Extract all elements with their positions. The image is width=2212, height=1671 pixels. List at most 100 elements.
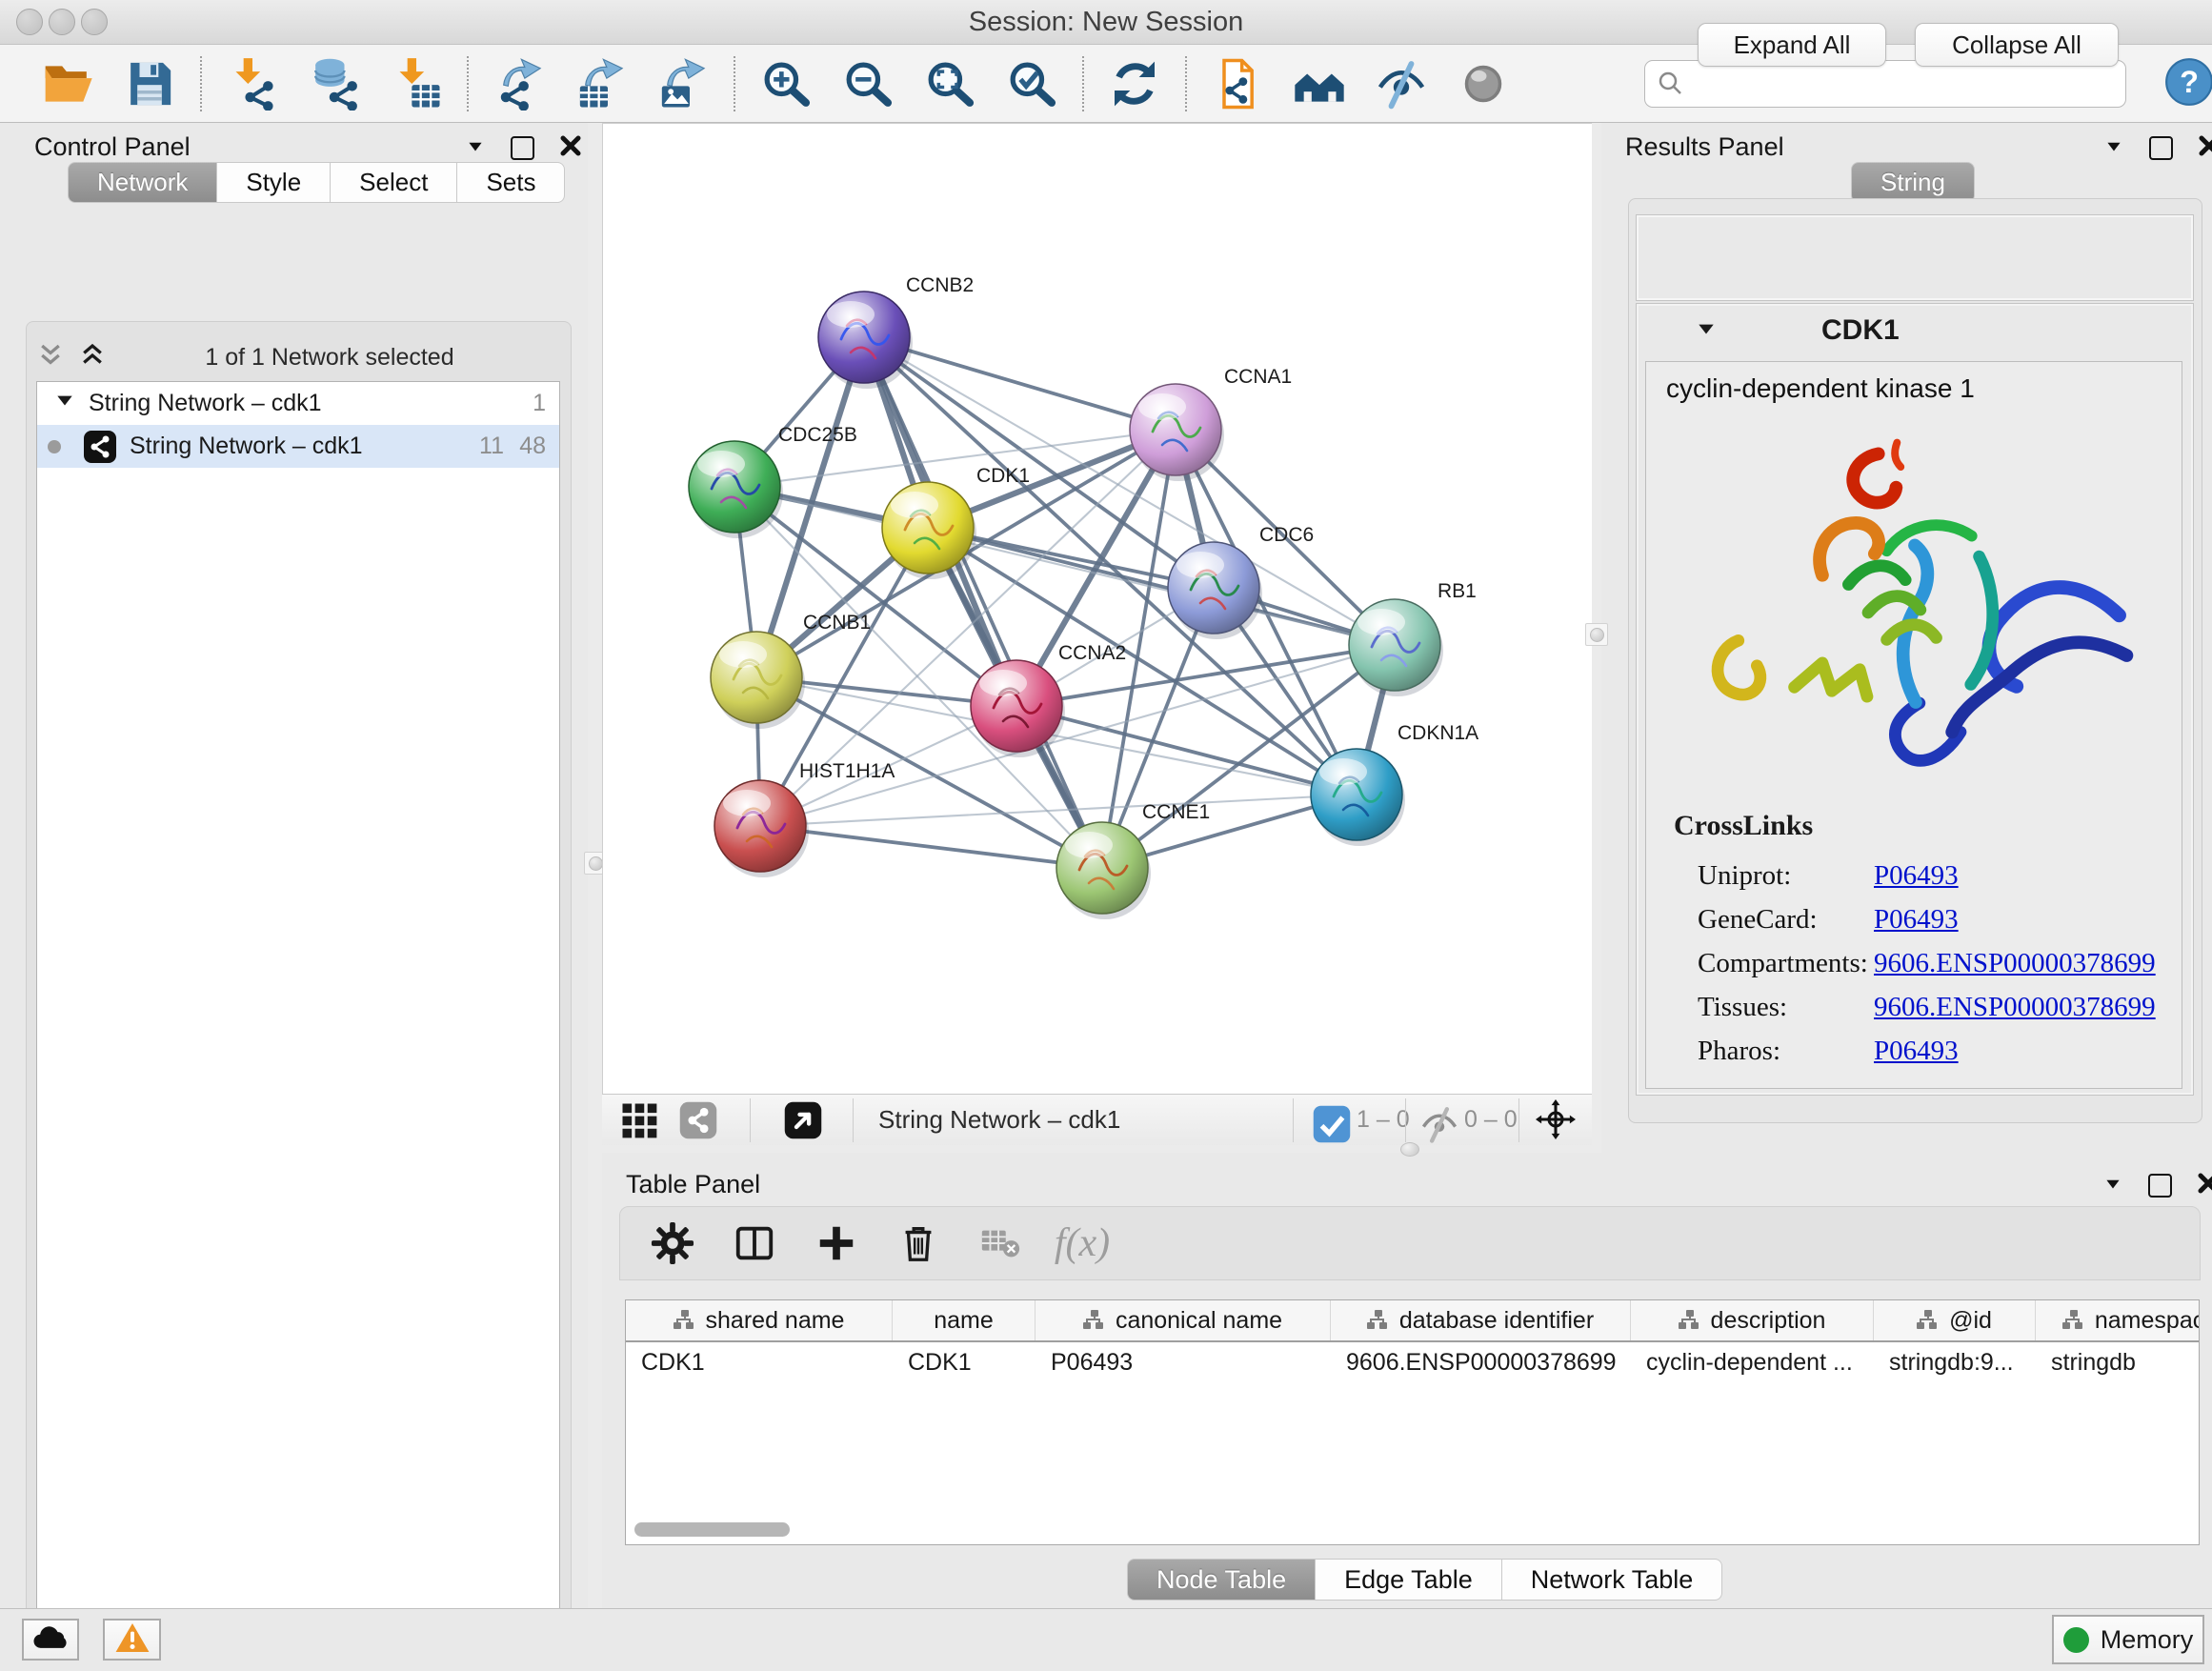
gene-section-header[interactable]: CDK1 xyxy=(1637,304,2193,357)
network-node-RB1[interactable]: RB1 xyxy=(1349,580,1477,696)
zoom-selected-button[interactable] xyxy=(991,53,1073,114)
search-field[interactable] xyxy=(1644,60,2126,108)
control-tab-network[interactable]: Network xyxy=(68,162,217,203)
warnings-button[interactable] xyxy=(103,1619,161,1661)
collection-expander-icon[interactable] xyxy=(54,390,75,417)
grid-view-icon[interactable] xyxy=(619,1100,659,1140)
float-panel-icon[interactable] xyxy=(511,136,534,160)
memory-button[interactable]: Memory xyxy=(2052,1615,2204,1664)
delete-column-button[interactable] xyxy=(895,1219,942,1267)
horizontal-splitter[interactable] xyxy=(602,1145,1592,1153)
collapse-all-button[interactable]: Collapse All xyxy=(1915,23,2119,67)
close-panel-icon[interactable] xyxy=(559,134,582,162)
save-session-button[interactable] xyxy=(109,53,191,114)
network-overview-button[interactable] xyxy=(1278,53,1360,114)
column-header-database-identifier[interactable]: database identifier xyxy=(1331,1300,1631,1340)
tab-string[interactable]: String xyxy=(1851,162,1975,203)
column-header-description[interactable]: description xyxy=(1631,1300,1874,1340)
add-column-button[interactable] xyxy=(813,1219,860,1267)
search-input[interactable] xyxy=(1693,69,2125,100)
right-splitter[interactable] xyxy=(1592,123,1601,1153)
hide-selected-button[interactable] xyxy=(1360,53,1442,114)
import-from-database-button[interactable] xyxy=(293,53,375,114)
table-row[interactable]: CDK1CDK1P064939606.ENSP00000378699cyclin… xyxy=(626,1342,2199,1382)
network-node-CDKN1A[interactable]: CDKN1A xyxy=(1311,722,1478,846)
panel-menu-icon[interactable] xyxy=(465,135,486,161)
float-panel-icon[interactable] xyxy=(2149,136,2173,160)
settings-button[interactable] xyxy=(649,1219,696,1267)
crosslink-link[interactable]: P06493 xyxy=(1874,1036,1959,1067)
network-edge-HIST1H1A-CCNE1[interactable] xyxy=(760,826,1102,868)
network-node-HIST1H1A[interactable]: HIST1H1A xyxy=(714,760,895,877)
tab-edge-table[interactable]: Edge Table xyxy=(1316,1559,1502,1601)
delete-column-icon xyxy=(896,1221,940,1265)
control-tab-style[interactable]: Style xyxy=(217,162,331,203)
tab-node-table[interactable]: Node Table xyxy=(1127,1559,1316,1601)
column-selector-button[interactable] xyxy=(731,1219,778,1267)
network-edge-CCNB2-CCNE1[interactable] xyxy=(864,337,1102,868)
selected-nodes-icon[interactable] xyxy=(1312,1104,1344,1137)
column-header-canonical-name[interactable]: canonical name xyxy=(1036,1300,1331,1340)
expand-all-button[interactable]: Expand All xyxy=(1698,23,1886,67)
table-cell[interactable]: CDK1 xyxy=(626,1342,893,1382)
column-header-namespace[interactable]: namespace xyxy=(2036,1300,2200,1340)
export-network-button[interactable] xyxy=(478,53,560,114)
crosslink-link[interactable]: P06493 xyxy=(1874,860,1959,892)
table-horizontal-scrollbar[interactable] xyxy=(634,1522,790,1537)
column-header-name[interactable]: name xyxy=(893,1300,1036,1340)
network-node-CDC6[interactable]: CDC6 xyxy=(1168,524,1314,639)
string-share-icon[interactable] xyxy=(678,1100,718,1140)
table-cell[interactable]: cyclin-dependent ... xyxy=(1631,1342,1874,1382)
panel-menu-icon[interactable] xyxy=(2103,135,2124,161)
network-collection-row[interactable]: String Network – cdk1 1 xyxy=(37,382,559,425)
float-panel-icon[interactable] xyxy=(2148,1174,2172,1198)
network-node-CCNA1[interactable]: CCNA1 xyxy=(1130,366,1292,481)
refresh-network-icon xyxy=(1108,57,1161,111)
help-button[interactable]: ? xyxy=(2164,57,2212,107)
network-node-CCNB2[interactable]: CCNB2 xyxy=(818,274,974,389)
import-from-database-icon xyxy=(308,57,361,111)
open-session-button[interactable] xyxy=(27,53,109,114)
function-builder-icon: f(x) xyxy=(1055,1220,1110,1266)
zoom-in-button[interactable] xyxy=(745,53,827,114)
crosslink-link[interactable]: P06493 xyxy=(1874,904,1959,936)
export-table-button[interactable] xyxy=(560,53,642,114)
network-row-selected[interactable]: String Network – cdk1 11 48 xyxy=(37,425,559,468)
crosslink-link[interactable]: 9606.ENSP00000378699 xyxy=(1874,992,2156,1023)
table-cell[interactable]: P06493 xyxy=(1036,1342,1331,1382)
expand-all-icon[interactable] xyxy=(78,341,107,374)
zoom-out-button[interactable] xyxy=(827,53,909,114)
network-canvas[interactable]: CCNB2CCNA1CDC25BCDK1CDC6RB1CCNB1CCNA2CDK… xyxy=(602,123,1593,1095)
close-panel-icon[interactable] xyxy=(2197,1172,2212,1199)
show-hidden-button[interactable] xyxy=(1442,53,1524,114)
left-splitter[interactable] xyxy=(588,123,602,1608)
zoom-fit-button[interactable] xyxy=(909,53,991,114)
network-graph: CCNB2CCNA1CDC25BCDK1CDC6RB1CCNB1CCNA2CDK… xyxy=(603,124,1593,1095)
toolbar-separator xyxy=(734,56,735,111)
table-cell[interactable]: stringdb:9... xyxy=(1874,1342,2036,1382)
collapse-all-icon[interactable] xyxy=(36,341,65,374)
export-image-button[interactable] xyxy=(642,53,724,114)
refresh-network-button[interactable] xyxy=(1094,53,1176,114)
table-cell[interactable]: CDK1 xyxy=(893,1342,1036,1382)
fit-content-icon[interactable] xyxy=(1536,1099,1579,1142)
hidden-elements-icon[interactable] xyxy=(1419,1104,1456,1140)
import-table-button[interactable] xyxy=(375,53,457,114)
share-session-file-button[interactable] xyxy=(1196,53,1278,114)
table-cell[interactable]: 9606.ENSP00000378699 xyxy=(1331,1342,1631,1382)
panel-menu-icon[interactable] xyxy=(2102,1173,2123,1198)
column-header-shared-name[interactable]: shared name xyxy=(626,1300,893,1340)
close-panel-icon[interactable] xyxy=(2198,134,2212,162)
control-tab-sets[interactable]: Sets xyxy=(457,162,565,203)
tab-network-table[interactable]: Network Table xyxy=(1502,1559,1723,1601)
network-node-CDK1[interactable]: CDK1 xyxy=(882,465,1030,579)
hide-selected-icon xyxy=(1375,57,1428,111)
section-expander-icon[interactable] xyxy=(1696,318,1717,344)
control-tab-select[interactable]: Select xyxy=(331,162,457,203)
birdseye-view-icon[interactable] xyxy=(783,1100,823,1140)
cloud-button[interactable] xyxy=(22,1619,79,1661)
import-network-button[interactable] xyxy=(211,53,293,114)
column-header--id[interactable]: @id xyxy=(1874,1300,2036,1340)
table-cell[interactable]: stringdb xyxy=(2036,1342,2200,1382)
crosslink-link[interactable]: 9606.ENSP00000378699 xyxy=(1874,948,2156,979)
